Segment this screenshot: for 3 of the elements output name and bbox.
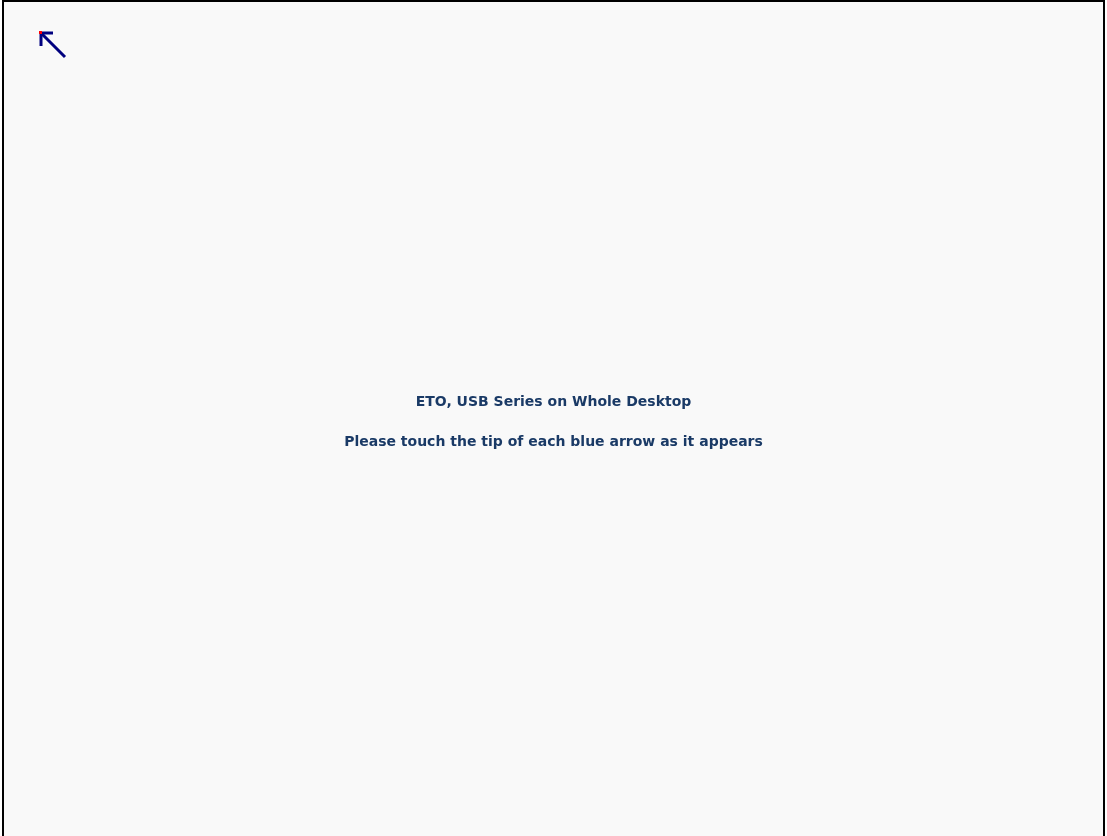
calibration-title: ETO, USB Series on Whole Desktop xyxy=(415,393,692,409)
target-arrow-icon[interactable] xyxy=(38,30,68,60)
instruction-text: Please touch the tip of each blue arrow as it appears xyxy=(344,433,763,449)
